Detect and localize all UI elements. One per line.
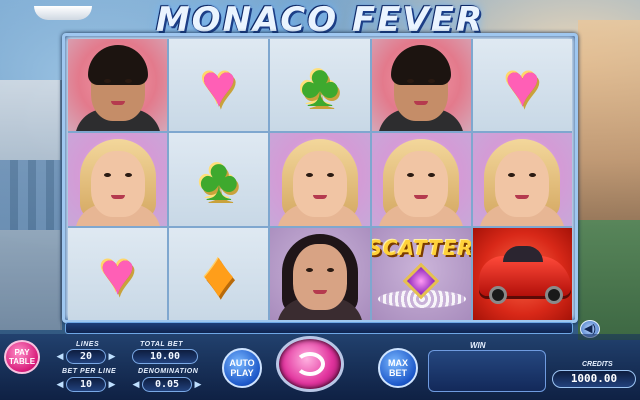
total-bet-label: TOTAL BET — [140, 341, 183, 348]
mouth — [312, 195, 327, 200]
symbol-sports-car — [472, 227, 572, 320]
mouth — [414, 101, 429, 105]
payline-bar — [65, 322, 573, 334]
reel-frame: ♥ ♣ ♥ ♣ ♥ ♦ SCATTER — [62, 33, 578, 323]
win-display — [428, 350, 546, 392]
heart-icon: ♥ — [200, 51, 237, 119]
denomination-label: DENOMINATION — [138, 368, 199, 375]
scatter-label: SCATTER — [371, 235, 471, 260]
symbol-man — [68, 39, 168, 132]
lines-value: 20 — [66, 349, 106, 364]
symbol-heart: ♥ — [169, 39, 269, 132]
symbol-club: ♣ — [270, 39, 370, 132]
lines-decrease-button[interactable]: ◀ — [54, 349, 66, 364]
bet-per-line-value: 10 — [66, 377, 106, 392]
spin-icon — [295, 352, 325, 376]
woman-face — [292, 151, 347, 218]
bet-per-line-label: BET PER LINE — [62, 368, 117, 375]
wheel — [544, 285, 563, 304]
eye — [305, 267, 313, 272]
mouth — [515, 195, 530, 200]
reels-grid: ♥ ♣ ♥ ♣ ♥ ♦ SCATTER — [68, 39, 572, 320]
paytable-button[interactable]: PAY TABLE — [4, 340, 40, 374]
spin-button[interactable] — [276, 336, 344, 392]
eye — [326, 267, 334, 272]
man-hair — [391, 45, 452, 85]
background-building-right — [578, 20, 640, 220]
wheel — [488, 285, 507, 304]
symbol-dark-haired-woman — [270, 227, 370, 320]
woman-face — [394, 151, 449, 218]
denomination-increase-button[interactable]: ▶ — [192, 377, 204, 392]
symbol-club: ♣ — [169, 133, 269, 226]
symbol-man — [371, 39, 471, 132]
woman-face — [292, 243, 347, 310]
symbol-heart: ♥ — [68, 227, 168, 320]
woman-face — [90, 151, 145, 218]
bet-per-line-increase-button[interactable]: ▶ — [106, 377, 118, 392]
symbol-scatter: SCATTER — [371, 227, 471, 320]
denomination-decrease-button[interactable]: ◀ — [130, 377, 142, 392]
symbol-blonde-woman — [371, 133, 471, 226]
symbol-diamond: ♦ — [169, 227, 269, 320]
woman-face — [495, 151, 550, 218]
mouth — [110, 101, 125, 105]
heart-icon: ♥ — [99, 240, 136, 308]
symbol-heart: ♥ — [472, 39, 572, 132]
symbol-blonde-woman — [472, 133, 572, 226]
diamond-icon: ♦ — [202, 237, 236, 310]
symbol-blonde-woman — [68, 133, 168, 226]
background-yacht — [34, 6, 92, 20]
mouth — [110, 195, 125, 200]
total-bet-value: 10.00 — [132, 349, 198, 364]
credits-label: CREDITS — [582, 361, 613, 368]
club-icon: ♣ — [199, 145, 239, 213]
eye — [103, 79, 111, 83]
club-icon: ♣ — [300, 51, 340, 119]
autoplay-button[interactable]: AUTO PLAY — [222, 348, 262, 388]
lines-increase-button[interactable]: ▶ — [106, 349, 118, 364]
win-label: WIN — [470, 341, 486, 350]
mouth — [414, 195, 429, 200]
denomination-value: 0.05 — [142, 377, 192, 392]
eye — [124, 79, 132, 83]
lines-label: LINES — [76, 341, 100, 348]
symbol-blonde-woman — [270, 133, 370, 226]
background-arches — [0, 160, 62, 230]
heart-icon: ♥ — [504, 51, 541, 119]
credits-value: 1000.00 — [552, 370, 636, 388]
mouth — [312, 289, 327, 294]
man-hair — [87, 45, 148, 85]
bet-per-line-decrease-button[interactable]: ◀ — [54, 377, 66, 392]
max-bet-button[interactable]: MAX BET — [378, 348, 418, 388]
